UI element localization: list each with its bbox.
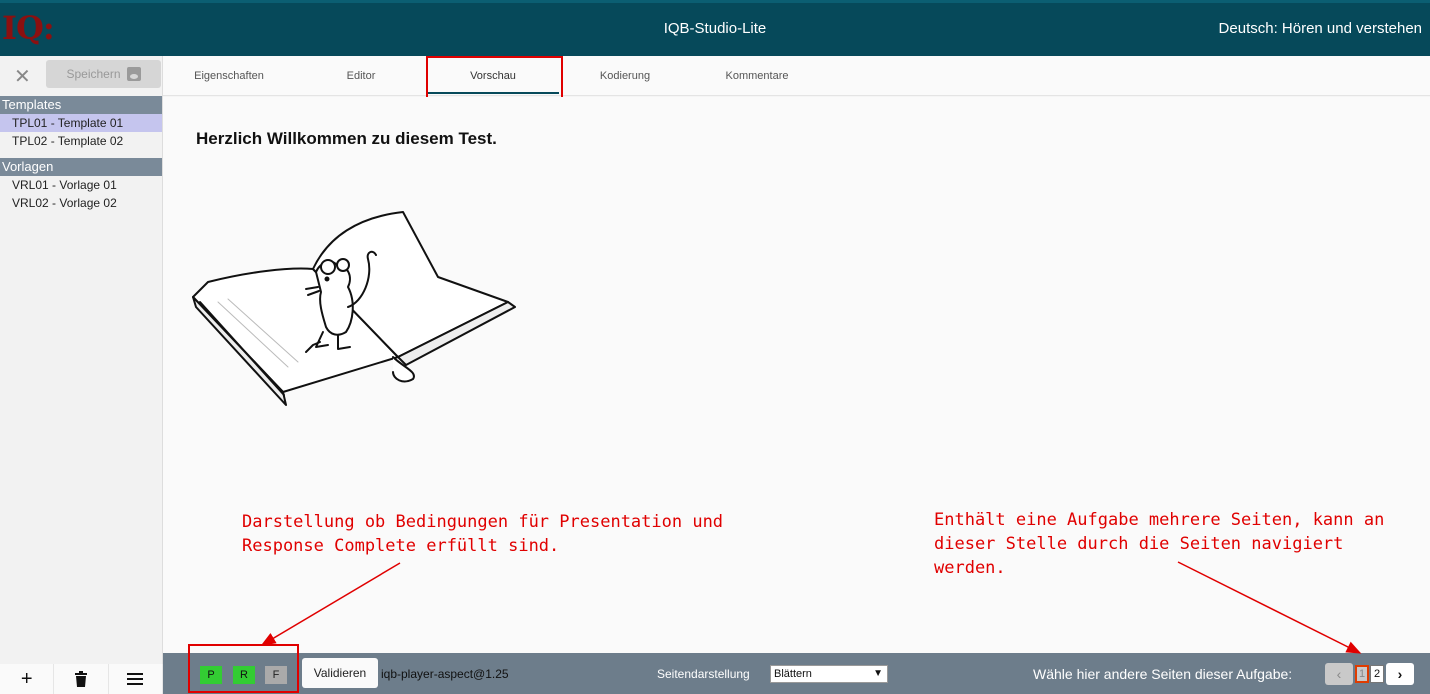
bottom-bar: P R F Validieren iqb-player-aspect@1.25 … xyxy=(163,653,1430,694)
sidebar-item-vrl02[interactable]: VRL02 - Vorlage 02 xyxy=(0,194,162,212)
chevron-right-icon: › xyxy=(1397,666,1403,682)
sidebar-actions: + xyxy=(0,664,163,694)
pages-label: Wähle hier andere Seiten dieser Aufgabe: xyxy=(1033,666,1293,682)
page-mode-label: Seitendarstellung xyxy=(657,667,750,681)
sidebar-toolbar: ✕ Speichern xyxy=(0,56,162,96)
group-header-vorlagen: Vorlagen xyxy=(0,158,162,176)
book-mouse-illustration xyxy=(192,211,516,406)
player-version: iqb-player-aspect@1.25 xyxy=(381,667,509,681)
next-page-button[interactable]: › xyxy=(1386,663,1414,685)
close-icon[interactable]: ✕ xyxy=(14,64,31,89)
tab-editor[interactable]: Editor xyxy=(295,56,427,95)
app-title: IQB-Studio-Lite xyxy=(663,20,767,37)
annotation-pages: Enthält eine Aufgabe mehrere Seiten, kan… xyxy=(934,510,1385,578)
sidebar-item-vrl01[interactable]: VRL01 - Vorlage 01 xyxy=(0,176,162,194)
add-icon[interactable]: + xyxy=(0,664,55,694)
page-button-2[interactable]: 2 xyxy=(1370,665,1384,683)
save-button-label: Speichern xyxy=(66,67,121,81)
page-button-1[interactable]: 1 xyxy=(1355,665,1369,683)
annotation-status: Darstellung ob Bedingungen für Presentat… xyxy=(242,512,724,556)
tab-bar: Eigenschaften Editor Vorschau Kodierung … xyxy=(163,56,1430,96)
welcome-heading: Herzlich Willkommen zu diesem Test. xyxy=(196,129,497,148)
highlight-box-vorschau xyxy=(426,56,563,103)
previous-page-button[interactable]: ‹ xyxy=(1325,663,1353,685)
chevron-down-icon: ▼ xyxy=(873,668,883,679)
save-button[interactable]: Speichern xyxy=(46,60,161,88)
page-mode-select[interactable]: Blättern ▼ xyxy=(770,665,888,683)
group-header-templates: Templates xyxy=(0,96,162,114)
validate-button[interactable]: Validieren xyxy=(302,658,378,688)
trash-icon[interactable] xyxy=(54,664,109,694)
sidebar-item-tpl01[interactable]: TPL01 - Template 01 xyxy=(0,114,162,132)
menu-icon[interactable] xyxy=(108,664,163,694)
sidebar: ✕ Speichern Templates TPL01 - Template 0… xyxy=(0,56,163,694)
tab-eigenschaften[interactable]: Eigenschaften xyxy=(163,56,295,95)
tab-kommentare[interactable]: Kommentare xyxy=(691,56,823,95)
floppy-disk-icon xyxy=(126,67,141,81)
unit-title: Deutsch: Hören und verstehen xyxy=(1218,20,1422,37)
sidebar-item-tpl02[interactable]: TPL02 - Template 02 xyxy=(0,132,162,150)
chevron-left-icon: ‹ xyxy=(1336,666,1342,682)
highlight-box-status xyxy=(188,644,299,693)
app-header: IQ: IQB-Studio-Lite Deutsch: Hören und v… xyxy=(0,0,1430,56)
tab-kodierung[interactable]: Kodierung xyxy=(559,56,691,95)
page-mode-value: Blättern xyxy=(774,668,812,680)
